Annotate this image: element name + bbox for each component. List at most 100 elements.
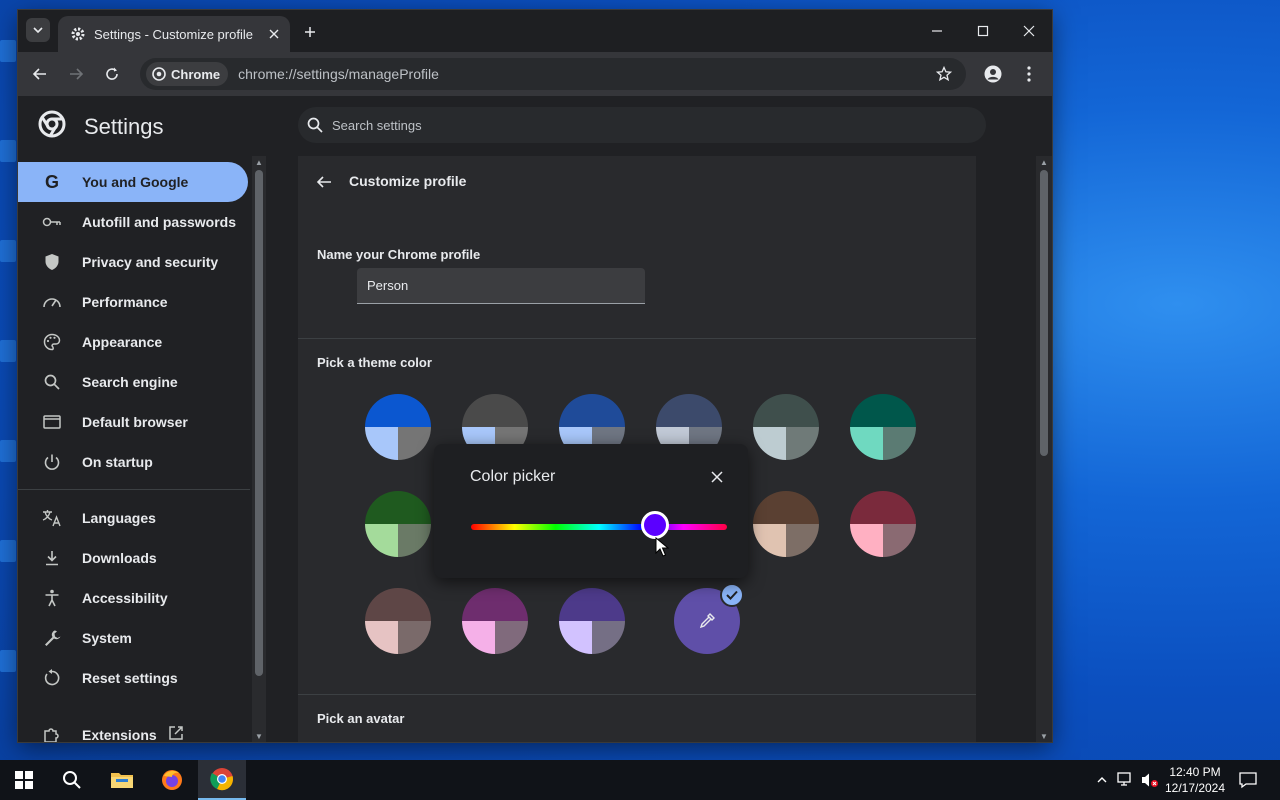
chrome-logo-icon xyxy=(152,67,166,81)
system-clock[interactable]: 12:40 PM 12/17/2024 xyxy=(1160,764,1230,796)
chrome-logo-icon xyxy=(38,110,66,138)
color-picker-close-button[interactable] xyxy=(706,466,728,488)
theme-color-swatch[interactable] xyxy=(753,394,819,460)
search-icon xyxy=(42,372,62,392)
sidebar-item-privacy[interactable]: Privacy and security xyxy=(18,242,248,282)
scrollbar-thumb[interactable] xyxy=(1040,170,1048,456)
clock-date: 12/17/2024 xyxy=(1164,781,1226,795)
sidebar-item-you-and-google[interactable]: G You and Google xyxy=(18,162,248,202)
theme-color-swatch[interactable] xyxy=(365,394,431,460)
start-button[interactable] xyxy=(0,760,48,800)
profile-avatar-icon xyxy=(984,65,1002,83)
sidebar-scrollbar[interactable]: ▲ ▼ xyxy=(252,156,266,742)
windows-logo-icon xyxy=(15,771,33,789)
sidebar-item-accessibility[interactable]: Accessibility xyxy=(18,578,248,618)
search-placeholder: Search settings xyxy=(332,117,422,133)
file-explorer-button[interactable] xyxy=(98,760,146,800)
network-button[interactable] xyxy=(1116,770,1136,790)
theme-color-swatch[interactable] xyxy=(365,588,431,654)
sidebar-item-label: Appearance xyxy=(82,334,163,350)
profile-name-input[interactable] xyxy=(357,268,645,304)
sidebar-item-search-engine[interactable]: Search engine xyxy=(18,362,248,402)
arrow-right-icon xyxy=(70,68,84,80)
desktop-icon[interactable] xyxy=(0,340,16,362)
settings-title: Settings xyxy=(84,114,164,139)
sidebar-item-appearance[interactable]: Appearance xyxy=(18,322,248,362)
hue-slider-thumb[interactable] xyxy=(641,511,670,539)
bookmark-button[interactable] xyxy=(932,62,956,86)
page-header: Customize profile xyxy=(298,156,976,208)
action-center-button[interactable] xyxy=(1238,770,1258,790)
reload-button[interactable] xyxy=(100,62,124,86)
star-icon xyxy=(936,66,952,82)
main-scrollbar[interactable]: ▲ ▼ xyxy=(1036,156,1052,742)
back-button[interactable] xyxy=(28,62,52,86)
speedometer-icon xyxy=(42,292,62,312)
profile-button[interactable] xyxy=(981,62,1005,86)
minimize-button[interactable] xyxy=(914,18,960,44)
desktop-icon[interactable] xyxy=(0,40,16,62)
arrow-left-icon[interactable] xyxy=(314,172,334,192)
color-picker-dialog: Color picker xyxy=(434,444,748,578)
sidebar-item-label: Privacy and security xyxy=(82,254,219,270)
scrollbar-thumb[interactable] xyxy=(255,170,263,676)
tab-strip: Settings - Customize profile xyxy=(18,10,1052,52)
arrow-left-icon xyxy=(32,68,46,80)
theme-color-swatch[interactable] xyxy=(462,588,528,654)
desktop-icon[interactable] xyxy=(0,440,16,462)
close-window-button[interactable] xyxy=(1006,18,1052,44)
scroll-up-arrow[interactable]: ▲ xyxy=(252,156,266,168)
scroll-down-arrow[interactable]: ▼ xyxy=(252,730,266,742)
palette-icon xyxy=(42,332,62,352)
site-info-chip[interactable]: Chrome xyxy=(146,62,229,86)
name-section-label: Name your Chrome profile xyxy=(317,247,481,262)
sidebar-item-default-browser[interactable]: Default browser xyxy=(18,402,248,442)
theme-color-swatch[interactable] xyxy=(850,491,916,557)
theme-section-label: Pick a theme color xyxy=(317,355,432,370)
sidebar-item-label: Autofill and passwords xyxy=(82,214,237,230)
new-tab-button[interactable] xyxy=(300,22,320,42)
desktop-icon[interactable] xyxy=(0,140,16,162)
forward-button[interactable] xyxy=(64,62,88,86)
tab-close-button[interactable] xyxy=(264,24,284,44)
theme-color-swatch[interactable] xyxy=(850,394,916,460)
hue-slider[interactable] xyxy=(471,511,727,539)
settings-sidebar: G You and Google Autofill and passwords … xyxy=(18,156,266,742)
sidebar-item-reset-settings[interactable]: Reset settings xyxy=(18,658,248,698)
tab-settings[interactable]: Settings - Customize profile xyxy=(58,16,290,52)
kebab-menu-icon xyxy=(1027,66,1031,82)
scroll-down-arrow[interactable]: ▼ xyxy=(1036,730,1052,742)
sidebar-item-downloads[interactable]: Downloads xyxy=(18,538,248,578)
maximize-button[interactable] xyxy=(960,18,1006,44)
firefox-button[interactable] xyxy=(148,760,196,800)
accessibility-icon xyxy=(42,588,62,608)
tray-overflow-button[interactable] xyxy=(1092,770,1112,790)
sidebar-item-on-startup[interactable]: On startup xyxy=(18,442,248,482)
desktop-icon[interactable] xyxy=(0,240,16,262)
plus-icon xyxy=(305,27,315,37)
eyedropper-icon xyxy=(699,613,715,629)
sidebar-item-autofill[interactable]: Autofill and passwords xyxy=(18,202,248,242)
sidebar-item-label: Search engine xyxy=(82,374,178,390)
sidebar-item-languages[interactable]: Languages xyxy=(18,498,248,538)
url-text[interactable]: chrome://settings/manageProfile xyxy=(238,66,932,82)
sidebar-item-extensions[interactable]: Extensions xyxy=(18,715,248,742)
settings-search-input[interactable]: Search settings xyxy=(298,107,986,143)
desktop-icon[interactable] xyxy=(0,540,16,562)
desktop-icon[interactable] xyxy=(0,650,16,672)
sidebar-item-system[interactable]: System xyxy=(18,618,248,658)
address-bar[interactable]: Chrome chrome://settings/manageProfile xyxy=(140,58,966,90)
theme-color-swatch[interactable] xyxy=(753,491,819,557)
tab-search-button[interactable] xyxy=(26,18,50,42)
volume-button[interactable] xyxy=(1140,770,1160,790)
search-icon xyxy=(307,117,323,133)
theme-color-swatch[interactable] xyxy=(559,588,625,654)
power-icon xyxy=(42,452,62,472)
menu-button[interactable] xyxy=(1017,62,1041,86)
site-chip-label: Chrome xyxy=(171,66,221,82)
scroll-up-arrow[interactable]: ▲ xyxy=(1036,156,1052,168)
chrome-taskbar-button[interactable] xyxy=(198,760,246,800)
theme-color-swatch[interactable] xyxy=(365,491,431,557)
sidebar-item-performance[interactable]: Performance xyxy=(18,282,248,322)
taskbar-search-button[interactable] xyxy=(48,760,96,800)
